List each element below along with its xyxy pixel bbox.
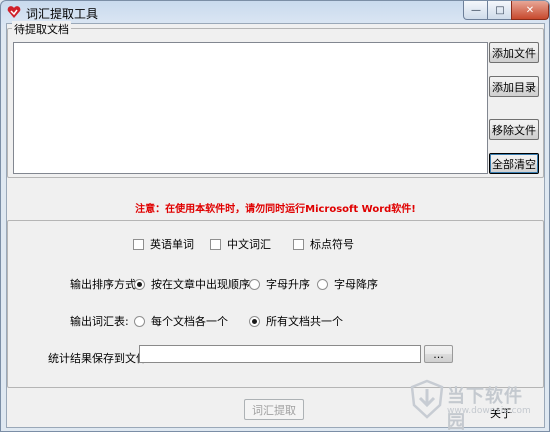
vocab-all-docs-radio[interactable] <box>249 315 260 327</box>
minimize-icon: — <box>471 4 481 16</box>
vocab-all-docs-label: 所有文档共一个 <box>266 315 343 328</box>
app-window: 词汇提取工具 — □ ✕ 待提取文档 添加文件 添加目录 移除文件 全部清空 注… <box>0 0 550 432</box>
vocab-per-doc-radio[interactable] <box>134 315 145 327</box>
chinese-words-label: 中文词汇 <box>227 238 271 251</box>
chinese-words-checkbox[interactable] <box>210 238 221 250</box>
sort-appearance-radio[interactable] <box>134 278 145 290</box>
sort-appearance-label: 按在文章中出现顺序 <box>151 278 250 291</box>
sort-descending-option[interactable]: 字母降序 <box>317 276 378 292</box>
watermark-shield-icon <box>410 379 444 419</box>
sort-ascending-option[interactable]: 字母升序 <box>249 276 310 292</box>
save-file-label: 统计结果保存到文件: <box>48 352 151 365</box>
clear-all-button[interactable]: 全部清空 <box>489 153 539 174</box>
remove-file-button[interactable]: 移除文件 <box>489 119 539 140</box>
sort-descending-label: 字母降序 <box>334 278 378 291</box>
notice-text: 注意：在使用本软件时，请勿同时运行Microsoft Word软件! <box>135 204 416 215</box>
app-logo-icon <box>7 6 21 18</box>
sort-descending-radio[interactable] <box>317 278 328 290</box>
punctuation-label: 标点符号 <box>310 238 354 251</box>
add-directory-button[interactable]: 添加目录 <box>489 76 539 97</box>
title-bar[interactable]: 词汇提取工具 — □ ✕ <box>1 1 549 23</box>
minimize-button[interactable]: — <box>463 1 489 20</box>
vocab-per-doc-label: 每个文档各一个 <box>151 315 228 328</box>
maximize-icon: □ <box>495 4 505 16</box>
option-chinese-words[interactable]: 中文词汇 <box>210 236 271 252</box>
document-list[interactable] <box>13 42 488 174</box>
vocab-all-docs-option[interactable]: 所有文档共一个 <box>249 313 343 329</box>
vocab-per-doc-option[interactable]: 每个文档各一个 <box>134 313 228 329</box>
sort-order-label: 输出排序方式: <box>70 278 140 291</box>
close-button[interactable]: ✕ <box>511 1 549 20</box>
save-path-input[interactable] <box>139 345 421 363</box>
watermark: 当下软件园 www.downxia.com <box>409 379 539 431</box>
option-english-words[interactable]: 英语单词 <box>133 236 194 252</box>
option-punctuation[interactable]: 标点符号 <box>293 236 354 252</box>
vocab-output-label: 输出词汇表: <box>70 315 129 328</box>
sort-ascending-radio[interactable] <box>249 278 260 290</box>
window-title: 词汇提取工具 <box>26 7 99 21</box>
client-area: 待提取文档 添加文件 添加目录 移除文件 全部清空 注意：在使用本软件时，请勿同… <box>6 21 545 428</box>
doc-groupbox: 待提取文档 添加文件 添加目录 移除文件 全部清空 <box>7 21 544 178</box>
add-file-button[interactable]: 添加文件 <box>489 42 539 63</box>
english-words-checkbox[interactable] <box>133 238 144 250</box>
maximize-button[interactable]: □ <box>487 1 513 20</box>
close-icon: ✕ <box>525 4 535 16</box>
sort-appearance-option[interactable]: 按在文章中出现顺序 <box>134 276 250 292</box>
extract-button[interactable]: 词汇提取 <box>244 399 304 420</box>
browse-button[interactable]: ... <box>424 345 453 363</box>
watermark-url: www.downxia.com <box>447 406 531 416</box>
english-words-label: 英语单词 <box>150 238 194 251</box>
sort-ascending-label: 字母升序 <box>266 278 310 291</box>
punctuation-checkbox[interactable] <box>293 238 304 250</box>
doc-group-label: 待提取文档 <box>12 21 71 37</box>
